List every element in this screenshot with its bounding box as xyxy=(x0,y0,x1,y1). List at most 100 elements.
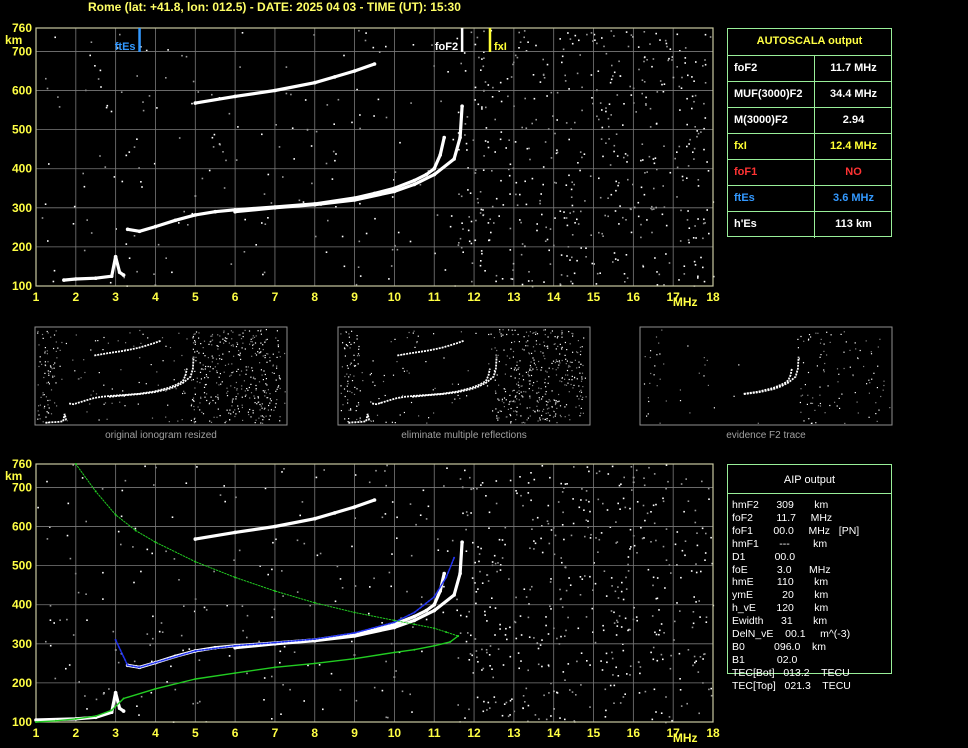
thumbnail-dot xyxy=(107,342,109,344)
noise-dot xyxy=(223,187,226,189)
thumbnail-dot xyxy=(535,340,537,342)
noise-dot xyxy=(486,651,488,654)
thumbnail-dot xyxy=(212,399,214,402)
data-point xyxy=(438,153,443,157)
noise-dot xyxy=(477,588,479,590)
noise-dot xyxy=(679,678,681,680)
noise-dot xyxy=(556,151,559,154)
noise-dot xyxy=(693,260,696,263)
thumbnail-dot xyxy=(224,339,226,342)
noise-dot xyxy=(470,242,473,245)
data-point xyxy=(121,273,126,277)
noise-dot xyxy=(554,132,556,135)
thumbnail-dot xyxy=(353,354,355,356)
aip-line: B0 096.0 km xyxy=(732,640,826,653)
noise-dot xyxy=(611,465,614,468)
noise-dot xyxy=(599,196,602,199)
noise-dot xyxy=(577,223,580,225)
thumbnail-dot xyxy=(555,348,557,350)
thumbnail-dot xyxy=(571,370,573,372)
thumbnail-dot xyxy=(340,385,342,387)
thumbnail-dot xyxy=(55,350,57,352)
thumbnail-dot xyxy=(264,407,266,409)
thumbnail-dot xyxy=(209,366,211,368)
x-tick-label: 18 xyxy=(706,726,720,740)
noise-dot xyxy=(391,248,394,251)
noise-dot xyxy=(515,193,517,196)
noise-dot xyxy=(655,123,658,125)
noise-dot xyxy=(604,214,606,217)
thumbnail-dot xyxy=(359,419,361,421)
thumbnail-dot xyxy=(648,400,650,403)
noise-dot xyxy=(443,485,445,487)
noise-dot xyxy=(132,546,134,548)
noise-dot xyxy=(665,528,668,530)
data-point xyxy=(117,706,122,711)
noise-dot xyxy=(547,633,550,635)
thumbnail-dot xyxy=(257,396,259,398)
noise-dot xyxy=(180,634,183,637)
thumbnail-dot xyxy=(235,381,237,384)
noise-dot xyxy=(479,212,482,214)
thumbnail-dot xyxy=(509,401,511,403)
noise-dot xyxy=(602,629,605,632)
thumbnail-dot xyxy=(819,386,821,388)
thumbnail-dot xyxy=(567,374,569,376)
noise-dot xyxy=(337,98,340,101)
thumbnail-dot xyxy=(226,409,228,411)
thumbnail-dot xyxy=(655,336,658,338)
noise-dot xyxy=(78,681,80,683)
noise-dot xyxy=(658,633,660,636)
x-tick-label: 6 xyxy=(232,290,239,304)
noise-dot xyxy=(630,208,632,211)
thumbnail-dot xyxy=(543,329,545,331)
noise-dot xyxy=(653,187,655,190)
thumbnail-dot xyxy=(272,353,274,355)
noise-dot xyxy=(656,659,659,662)
thumbnail-dot xyxy=(90,394,92,396)
x-tick-label: 14 xyxy=(547,726,561,740)
autoscala-row: M(3000)F2 2.94 xyxy=(728,107,891,134)
thumbnail-dot xyxy=(579,415,581,417)
thumbnail-dot xyxy=(37,332,39,334)
data-point xyxy=(412,178,417,183)
noise-dot xyxy=(625,254,628,256)
noise-dot xyxy=(610,30,613,32)
thumbnail-dot xyxy=(511,329,513,331)
thumbnail-dot xyxy=(578,366,580,368)
thumbnail-dot xyxy=(237,405,239,407)
noise-dot xyxy=(630,34,633,36)
noise-dot xyxy=(282,684,284,686)
noise-dot xyxy=(488,654,491,656)
noise-dot xyxy=(655,711,657,713)
thumbnail-dot xyxy=(50,366,52,368)
thumbnail-dot xyxy=(555,400,557,402)
thumbnail-dot xyxy=(521,422,523,424)
noise-dot xyxy=(537,647,540,650)
noise-dot xyxy=(571,256,573,259)
thumbnail-dot xyxy=(358,348,360,350)
noise-dot xyxy=(623,103,625,105)
noise-dot xyxy=(706,209,708,211)
thumbnail-dot xyxy=(819,356,821,358)
noise-dot xyxy=(549,228,552,230)
noise-dot xyxy=(100,86,102,88)
thumbnail-dot xyxy=(800,411,802,413)
thumbnail-dot xyxy=(579,346,581,348)
thumbnail-dot xyxy=(486,385,489,387)
thumbnail-dot xyxy=(516,383,518,385)
thumbnail-dot xyxy=(535,343,538,345)
noise-dot xyxy=(437,549,440,551)
thumbnail-dot xyxy=(505,416,507,418)
thumbnail-dot xyxy=(173,379,175,381)
noise-dot xyxy=(630,466,633,468)
thumbnail-dot xyxy=(412,332,414,334)
noise-dot xyxy=(474,99,476,101)
thumbnail-dot xyxy=(345,331,347,333)
noise-dot xyxy=(479,264,482,267)
noise-dot xyxy=(665,487,667,490)
noise-dot xyxy=(613,71,616,74)
noise-dot xyxy=(486,620,488,622)
data-point xyxy=(273,590,276,592)
noise-dot xyxy=(493,696,496,698)
